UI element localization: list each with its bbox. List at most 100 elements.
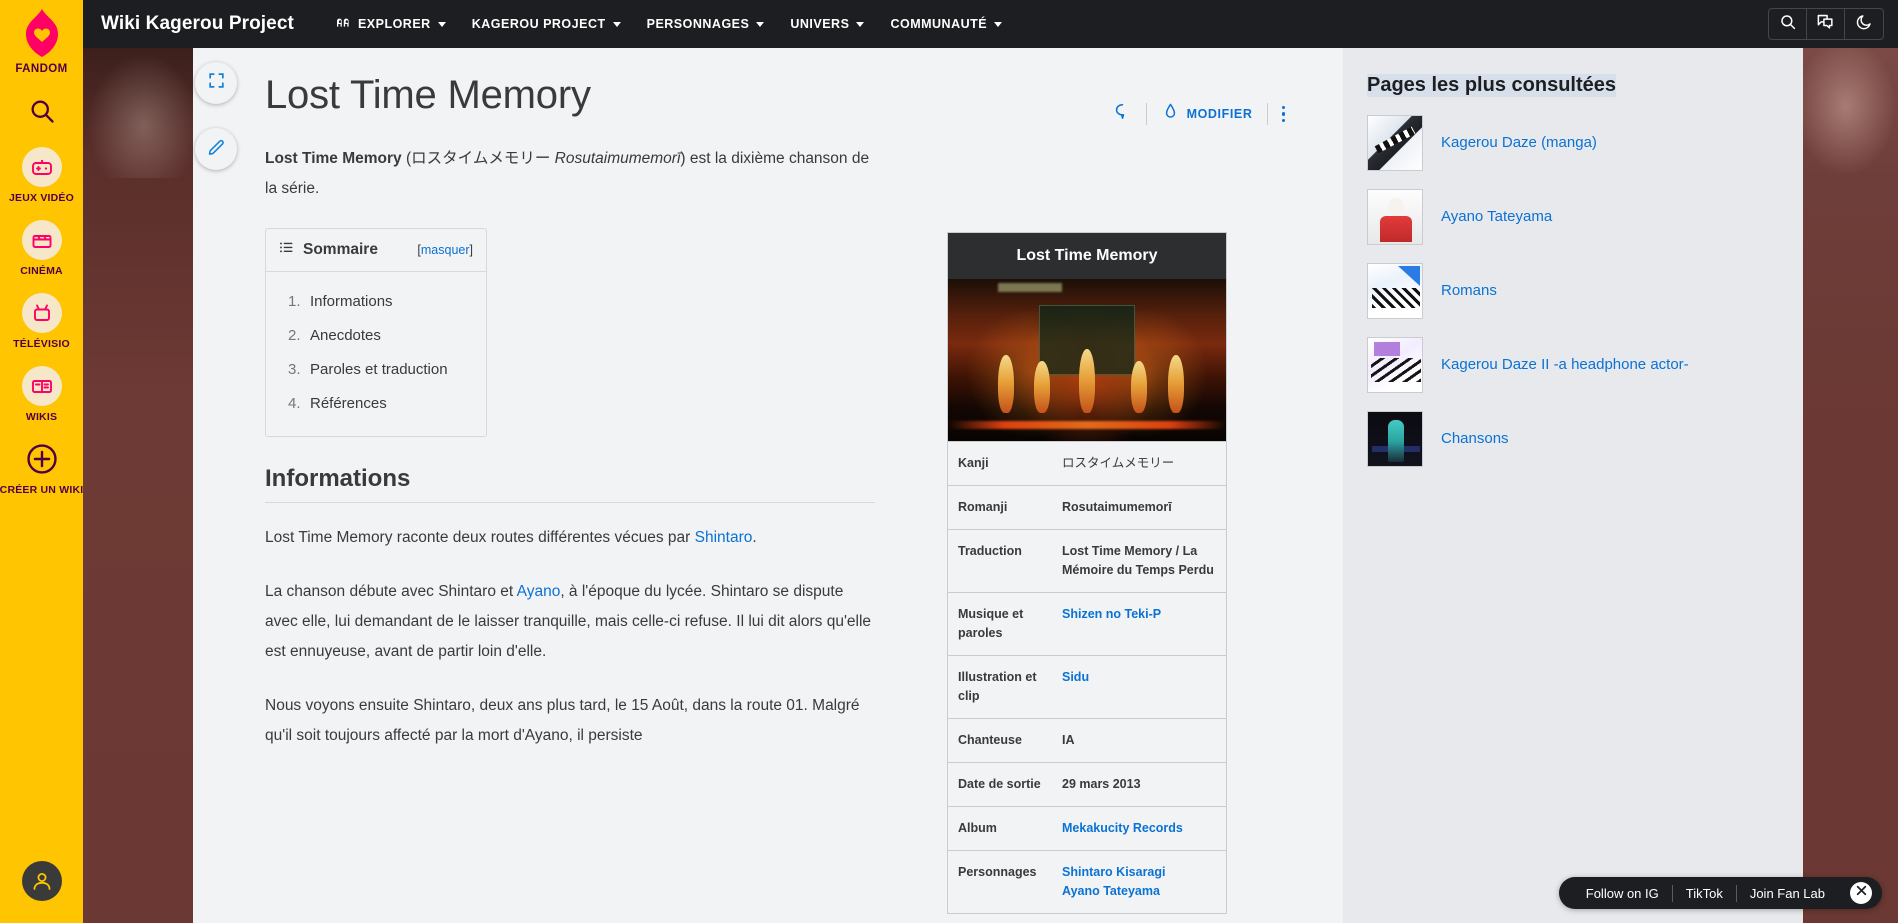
nav-dark-mode-button[interactable]: [1845, 9, 1883, 39]
list-item[interactable]: Chansons: [1367, 411, 1773, 467]
page-header: Lost Time Memory MODIFIER: [193, 48, 1343, 126]
toc-item-label: Anecdotes: [310, 327, 381, 344]
section-heading-informations: Informations: [265, 465, 875, 503]
more-options-button[interactable]: [1268, 105, 1300, 123]
infobox-key: Kanji: [958, 456, 989, 470]
toc-item[interactable]: 3. Paroles et traduction: [266, 353, 486, 387]
most-visited-title: Pages les plus consultées: [1367, 74, 1616, 97]
list-item[interactable]: Ayano Tateyama: [1367, 189, 1773, 245]
infobox-link[interactable]: Shizen no Teki-P: [1062, 605, 1216, 624]
nav-kagerou-project[interactable]: KAGEROU PROJECT: [459, 0, 634, 48]
infobox-link[interactable]: Shintaro Kisaragi: [1062, 863, 1216, 882]
comment-button[interactable]: [1099, 102, 1146, 126]
rail-create-wiki[interactable]: CRÉER UN WIKI: [0, 439, 83, 496]
social-link-instagram[interactable]: Follow on IG: [1573, 886, 1672, 901]
infobox-link[interactable]: Mekakucity Records: [1062, 819, 1216, 838]
infobox-row: Musique et paroles Shizen no Teki-P: [948, 592, 1226, 655]
paragraph-1-text-a: Lost Time Memory raconte deux routes dif…: [265, 529, 695, 546]
infobox-key: Musique et paroles: [958, 607, 1024, 640]
chevron-down-icon: [437, 21, 446, 27]
infobox-value: Mekakucity Records: [1052, 807, 1226, 850]
page-action-bar: MODIFIER: [1099, 70, 1299, 126]
fullscreen-button[interactable]: [195, 62, 237, 104]
infobox-row: Date de sortie 29 mars 2013: [948, 762, 1226, 806]
wiki-title[interactable]: Wiki Kagerou Project: [101, 13, 294, 35]
edit-button[interactable]: MODIFIER: [1147, 102, 1267, 126]
nav-right-tools: [1768, 8, 1884, 40]
nav-explorer[interactable]: EXPLORER: [322, 0, 459, 48]
close-social-bar-button[interactable]: [1850, 882, 1872, 904]
paragraph-1-text-b: .: [752, 529, 757, 546]
nav-search-button[interactable]: [1769, 9, 1807, 39]
hero-strip-right: [1803, 48, 1898, 923]
infobox-link[interactable]: Sidu: [1062, 668, 1216, 687]
list-item[interactable]: Kagerou Daze (manga): [1367, 115, 1773, 171]
rail-tv[interactable]: TÉLÉVISIO: [0, 293, 83, 350]
quick-edit-button[interactable]: [195, 128, 237, 170]
toc-title: Sommaire: [303, 241, 378, 258]
list-item[interactable]: Kagerou Daze II -a headphone actor-: [1367, 337, 1773, 393]
intro-open-paren: (: [401, 150, 412, 167]
list-item-label[interactable]: Romans: [1441, 280, 1497, 302]
infobox-key: Chanteuse: [958, 733, 1022, 747]
pen-icon: [1161, 102, 1180, 126]
infobox-link[interactable]: Ayano Tateyama: [1062, 882, 1216, 901]
infobox-image: [948, 279, 1226, 441]
comment-icon: [1113, 102, 1132, 126]
thumbnail-image: [1367, 263, 1423, 319]
toc-item-label: Références: [310, 395, 387, 412]
toc-item-label: Paroles et traduction: [310, 361, 448, 378]
list-item-label[interactable]: Kagerou Daze II -a headphone actor-: [1441, 354, 1689, 376]
toc-item-number: 3.: [288, 361, 301, 378]
tv-icon: [21, 293, 62, 333]
social-link-tiktok[interactable]: TikTok: [1673, 886, 1736, 901]
intro-romaji: Rosutaimumemorī: [554, 150, 681, 167]
most-visited-module: Pages les plus consultées Kagerou Daze (…: [1343, 48, 1803, 467]
close-icon: [1855, 884, 1868, 902]
toc-toggle: [masquer]: [417, 243, 473, 257]
toc-item[interactable]: 2. Anecdotes: [266, 319, 486, 353]
toc-item-number: 2.: [288, 327, 301, 344]
thumbnail-image: [1367, 115, 1423, 171]
search-icon: [1779, 13, 1797, 36]
link-ayano[interactable]: Ayano: [517, 583, 561, 600]
list-item[interactable]: Romans: [1367, 263, 1773, 319]
infobox-row: Illustration et clip Sidu: [948, 655, 1226, 718]
edit-button-label: MODIFIER: [1186, 107, 1253, 121]
fandom-logo-icon[interactable]: [14, 6, 70, 62]
social-link-fanlab[interactable]: Join Fan Lab: [1737, 886, 1838, 901]
list-item-label[interactable]: Chansons: [1441, 428, 1509, 450]
toc-item[interactable]: 1. Informations: [266, 285, 486, 319]
link-shintaro[interactable]: Shintaro: [695, 529, 753, 546]
infobox-title: Lost Time Memory: [948, 233, 1226, 279]
toc-toggle-link[interactable]: masquer: [421, 243, 470, 257]
rail-wikis[interactable]: WIKIS: [0, 366, 83, 423]
toc-item-number: 4.: [288, 395, 301, 412]
list-item-label[interactable]: Ayano Tateyama: [1441, 206, 1552, 228]
rail-games[interactable]: JEUX VIDÉO: [0, 147, 83, 204]
wiki-navigation-bar: Wiki Kagerou Project EXPLORER KAGEROU PR…: [83, 0, 1898, 48]
infobox-value: 29 mars 2013: [1062, 777, 1141, 791]
nav-personnages-label: PERSONNAGES: [646, 17, 750, 31]
explore-icon: [335, 16, 351, 33]
nav-personnages[interactable]: PERSONNAGES: [634, 0, 778, 48]
toc-list: 1. Informations 2. Anecdotes 3. Paroles …: [266, 272, 486, 436]
rail-movies-label: CINÉMA: [20, 265, 63, 277]
thumbnail-image: [1367, 189, 1423, 245]
list-icon: [279, 240, 294, 260]
nav-univers[interactable]: UNIVERS: [777, 0, 877, 48]
nav-discussion-button[interactable]: [1807, 9, 1845, 39]
nav-communaute[interactable]: COMMUNAUTÉ: [877, 0, 1015, 48]
more-options-icon: [1281, 105, 1285, 123]
rail-movies[interactable]: CINÉMA: [0, 220, 83, 277]
article-container: Lost Time Memory MODIFIER Lost Time Memo…: [193, 48, 1343, 923]
list-item-label[interactable]: Kagerou Daze (manga): [1441, 132, 1597, 154]
rail-search[interactable]: [0, 91, 83, 131]
toc-item[interactable]: 4. Références: [266, 387, 486, 421]
dark-mode-icon: [1855, 13, 1873, 36]
user-avatar[interactable]: [21, 861, 62, 901]
infobox-key: Illustration et clip: [958, 670, 1037, 703]
paragraph-1: Lost Time Memory raconte deux routes dif…: [265, 523, 875, 553]
infobox-value: ロスタイムメモリー: [1052, 442, 1226, 485]
paragraph-2-text-a: La chanson débute avec Shintaro et: [265, 583, 517, 600]
